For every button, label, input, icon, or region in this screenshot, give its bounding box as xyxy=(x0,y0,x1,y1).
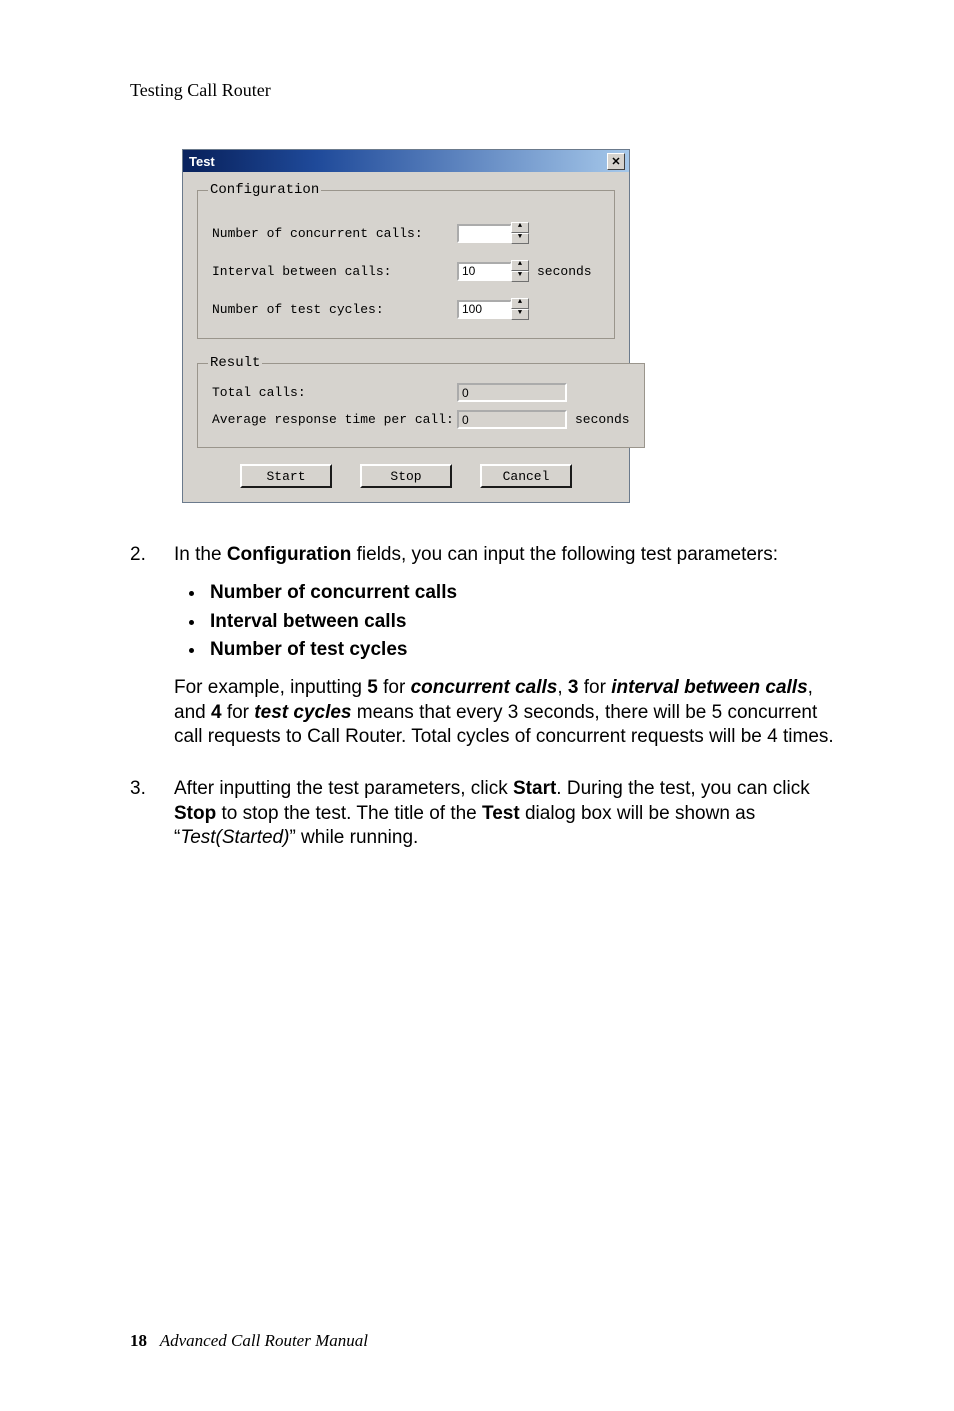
spinner-down-icon[interactable]: ▼ xyxy=(511,233,529,244)
text-italic: Test(Started) xyxy=(180,827,289,848)
step-number: 3. xyxy=(130,777,174,864)
text: for xyxy=(222,702,255,723)
total-calls-label: Total calls: xyxy=(212,385,457,400)
footer-title: Advanced Call Router Manual xyxy=(160,1331,368,1350)
spinner-up-icon[interactable]: ▲ xyxy=(511,298,529,309)
text: For example, inputting xyxy=(174,677,367,698)
text-bold: Start xyxy=(513,778,556,799)
text: ” while running. xyxy=(289,827,418,848)
text-bold: 4 xyxy=(211,702,222,723)
page-footer: 18 Advanced Call Router Manual xyxy=(130,1331,368,1351)
text: fields, you can input the following test… xyxy=(351,544,778,565)
text-bold: 3 xyxy=(568,677,579,698)
start-button[interactable]: Start xyxy=(240,464,332,488)
text: for xyxy=(378,677,411,698)
stop-button[interactable]: Stop xyxy=(360,464,452,488)
bullet-text: Number of test cycles xyxy=(210,639,407,660)
total-calls-value: 0 xyxy=(457,383,567,402)
result-legend: Result xyxy=(208,355,262,371)
text: , xyxy=(557,677,568,698)
spinner-up-icon[interactable]: ▲ xyxy=(511,260,529,271)
result-group: Result Total calls: 0 Average response t… xyxy=(197,355,645,448)
bullet-text: Interval between calls xyxy=(210,611,406,632)
text: to stop the test. The title of the xyxy=(216,803,482,824)
step-number: 2. xyxy=(130,543,174,763)
bullet-text: Number of concurrent calls xyxy=(210,582,457,603)
text: In the xyxy=(174,544,227,565)
document-body: 2. In the Configuration fields, you can … xyxy=(130,543,844,864)
concurrent-calls-input[interactable] xyxy=(457,224,512,243)
concurrent-calls-label: Number of concurrent calls: xyxy=(212,226,457,241)
interval-label: Interval between calls: xyxy=(212,264,457,279)
dialog-title: Test xyxy=(189,154,215,169)
cycles-label: Number of test cycles: xyxy=(212,302,457,317)
close-icon[interactable]: ✕ xyxy=(607,153,625,170)
text-bold: Configuration xyxy=(227,544,352,565)
avg-response-unit: seconds xyxy=(575,412,630,427)
test-dialog: Test ✕ Configuration Number of concurren… xyxy=(182,149,630,503)
text-bold: Test xyxy=(482,803,520,824)
text: After inputting the test parameters, cli… xyxy=(174,778,513,799)
spinner-down-icon[interactable]: ▼ xyxy=(511,271,529,282)
text-bold: Stop xyxy=(174,803,216,824)
configuration-group: Configuration Number of concurrent calls… xyxy=(197,182,615,339)
avg-response-value: 0 xyxy=(457,410,567,429)
spinner-down-icon[interactable]: ▼ xyxy=(511,309,529,320)
page-number: 18 xyxy=(130,1331,147,1350)
spinner-up-icon[interactable]: ▲ xyxy=(511,222,529,233)
interval-input[interactable] xyxy=(457,262,512,281)
text-bold-italic: test cycles xyxy=(254,702,351,723)
interval-unit: seconds xyxy=(537,264,592,279)
cancel-button[interactable]: Cancel xyxy=(480,464,572,488)
text-bold-italic: interval between calls xyxy=(611,677,807,698)
cycles-input[interactable] xyxy=(457,300,512,319)
text: . During the test, you can click xyxy=(556,778,809,799)
text-bold: 5 xyxy=(367,677,378,698)
text-bold-italic: concurrent calls xyxy=(411,677,558,698)
titlebar: Test ✕ xyxy=(183,150,629,172)
avg-response-label: Average response time per call: xyxy=(212,412,457,427)
configuration-legend: Configuration xyxy=(208,182,321,198)
page-header: Testing Call Router xyxy=(130,80,844,101)
text: for xyxy=(579,677,612,698)
